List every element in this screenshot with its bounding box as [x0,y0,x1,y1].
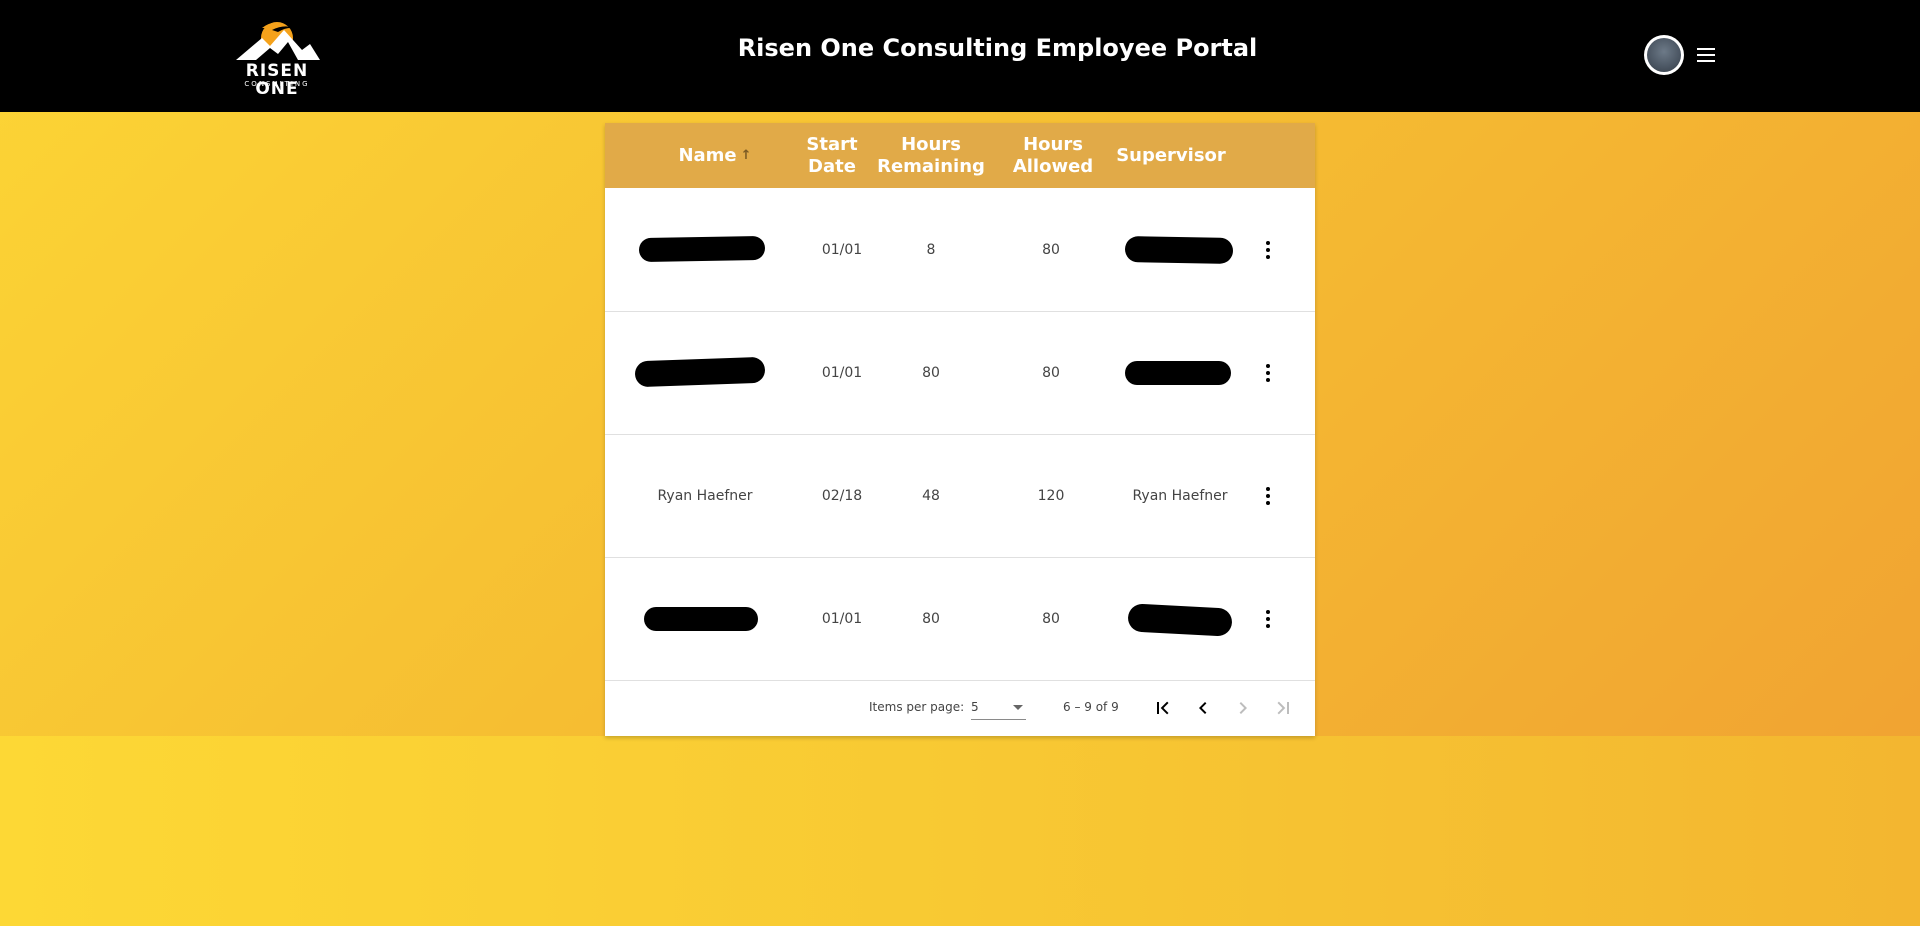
table-row: 01/01 80 80 [605,558,1315,681]
name-cell: Ryan Haefner [635,435,775,557]
supervisor-cell: Ryan Haefner [1115,435,1245,557]
redacted-supervisor-mark [1127,603,1233,637]
brand-subtitle: CONSULTING [244,80,310,88]
table-row: 01/01 8 80 [605,189,1315,312]
column-header-hours-remaining: Hours Remaining [871,123,991,188]
last-page-button[interactable] [1271,696,1295,720]
user-avatar-button[interactable] [1644,35,1684,75]
redacted-supervisor-mark [1125,361,1231,385]
previous-page-button[interactable] [1191,696,1215,720]
column-header-supervisor-label: Supervisor [1116,144,1226,166]
mountain-sun-logo-icon [236,22,320,60]
items-per-page-value: 5 [971,700,979,714]
start-date-cell: 01/01 [821,365,863,381]
column-header-start-date-label: Start Date [806,133,858,177]
table-paginator: Items per page: 5 6 – 9 of 9 [605,680,1315,736]
top-navigation-bar: RISEN ONE CONSULTING Risen One Consultin… [0,0,1920,112]
chevron-right-icon [1239,702,1247,714]
hamburger-menu-icon[interactable] [1695,44,1717,66]
risen-one-logo[interactable]: RISEN ONE CONSULTING [222,14,332,98]
column-header-name-label: Name [678,144,737,166]
column-header-start-date: Start Date [797,123,867,188]
redacted-name-mark [644,607,758,631]
hours-allowed-cell: 80 [1042,365,1060,381]
row-actions-more-vert-icon[interactable] [1256,484,1280,508]
name-text: Ryan Haefner [657,488,753,504]
column-header-supervisor: Supervisor [1113,123,1229,188]
redacted-name-mark [634,356,766,388]
row-actions-more-vert-icon[interactable] [1256,238,1280,262]
hours-allowed-cell: 120 [1037,488,1065,504]
page-background-lower [0,736,1920,926]
table-row: Ryan Haefner 02/18 48 120 Ryan Haefner [605,435,1315,558]
chevron-left-icon [1199,702,1207,714]
column-header-hours-allowed: Hours Allowed [1003,123,1103,188]
column-header-name[interactable]: Name ↑ [645,123,785,188]
avatar-image [1647,38,1681,72]
table-row: 01/01 80 80 [605,312,1315,435]
items-per-page-select[interactable]: 5 [971,695,1026,720]
hours-remaining-cell: 80 [922,365,940,381]
next-page-button[interactable] [1231,696,1255,720]
page-title: Risen One Consulting Employee Portal [737,34,1258,62]
hours-remaining-cell: 48 [922,488,940,504]
hours-allowed-cell: 80 [1042,242,1060,258]
start-date-cell: 02/18 [821,488,863,504]
page-range-label: 6 – 9 of 9 [1063,700,1119,714]
employee-table-card: Name ↑ Start Date Hours Remaining Hours … [605,123,1315,736]
sort-ascending-icon: ↑ [740,147,752,163]
row-actions-more-vert-icon[interactable] [1256,607,1280,631]
start-date-cell: 01/01 [821,242,863,258]
column-header-hours-allowed-label: Hours Allowed [1012,133,1094,177]
first-page-icon [1157,701,1169,715]
redacted-name-mark [638,235,766,263]
last-page-icon [1277,701,1289,715]
dropdown-caret-icon [1013,705,1023,710]
hours-remaining-cell: 8 [926,242,936,258]
supervisor-text: Ryan Haefner [1132,488,1228,504]
first-page-button[interactable] [1151,696,1175,720]
column-header-hours-remaining-label: Hours Remaining [877,133,985,177]
start-date-cell: 01/01 [821,611,863,627]
hours-remaining-cell: 80 [922,611,940,627]
row-actions-more-vert-icon[interactable] [1256,361,1280,385]
items-per-page-label: Items per page: [869,700,965,714]
redacted-supervisor-mark [1124,236,1234,264]
table-header-row: Name ↑ Start Date Hours Remaining Hours … [605,123,1315,188]
hours-allowed-cell: 80 [1042,611,1060,627]
